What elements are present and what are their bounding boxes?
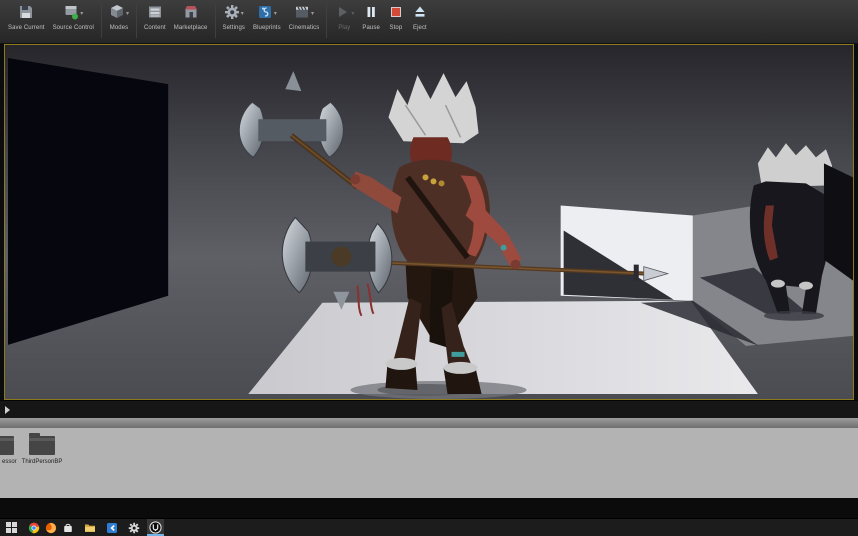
toolbar-button-label: Play <box>338 25 351 31</box>
eject-button[interactable]: Eject <box>408 3 432 32</box>
toolbar-button-label: Save Current <box>8 25 45 31</box>
taskbar <box>0 518 858 536</box>
folder-item-thirdpersonbp[interactable]: ThirdPersonBP <box>18 432 66 465</box>
dropdown-caret-icon: ▾ <box>125 11 129 17</box>
toolbar-button-label: Settings <box>222 25 245 31</box>
content-browser-icon <box>147 4 163 25</box>
eject-icon <box>412 4 428 25</box>
blueprints-button[interactable]: ▾ Blueprints <box>249 3 285 32</box>
folder-label: essor <box>2 459 17 465</box>
toolbar-button-label: Source Control <box>52 25 94 31</box>
viewport[interactable] <box>4 44 854 400</box>
window-gap <box>0 498 858 518</box>
toolbar-separator <box>326 4 328 38</box>
folder-item[interactable]: essor <box>0 432 17 465</box>
toolbar-button-label: Pause <box>362 25 380 31</box>
chrome-icon[interactable] <box>25 519 42 536</box>
source-control-icon <box>63 4 79 25</box>
unreal-editor-window: Save Current ▾ Source Control ▾ Modes Co… <box>0 0 858 536</box>
save-icon <box>18 4 34 25</box>
modes-icon <box>109 4 125 25</box>
toolbar-button-label: Content <box>144 25 166 31</box>
play-button: ▾ Play <box>330 3 358 32</box>
toolbar-button-label: Stop <box>389 25 403 31</box>
dropdown-caret-icon: ▾ <box>351 11 355 17</box>
code-app-icon[interactable] <box>103 519 120 536</box>
content-browser: essor ThirdPersonBP <box>0 428 858 498</box>
left-dark-wall <box>8 58 169 345</box>
settings-button[interactable]: ▾ Settings <box>219 3 249 32</box>
status-strip <box>0 400 858 418</box>
toolbar-button-label: Eject <box>412 25 427 31</box>
pause-button[interactable]: Pause <box>358 3 384 32</box>
folder-icon <box>0 436 14 455</box>
folder-icon <box>29 433 55 455</box>
save-current-button[interactable]: Save Current <box>4 3 49 32</box>
firefox-icon[interactable] <box>42 519 59 536</box>
stop-icon <box>388 4 404 25</box>
play-icon <box>334 4 350 25</box>
marketplace-icon <box>183 4 199 25</box>
cinematics-button[interactable]: ▾ Cinematics <box>285 3 324 32</box>
file-explorer-icon[interactable] <box>81 519 98 536</box>
source-control-button[interactable]: ▾ Source Control <box>49 3 98 32</box>
store-icon[interactable] <box>59 519 76 536</box>
toolbar-button-label: Blueprints <box>252 25 281 31</box>
toolbar-button-label: Modes <box>109 25 129 31</box>
dropdown-caret-icon: ▾ <box>311 11 315 17</box>
settings-gear-icon[interactable] <box>125 519 142 536</box>
toolbar-separator <box>214 4 216 38</box>
modes-button[interactable]: ▾ Modes <box>105 3 133 32</box>
dropdown-caret-icon: ▾ <box>240 11 244 17</box>
toolbar-separator <box>136 4 137 38</box>
marketplace-button[interactable]: Marketplace <box>170 3 212 32</box>
expand-arrow-icon[interactable] <box>5 406 10 414</box>
stop-button[interactable]: Stop <box>384 3 408 32</box>
viewport-scene <box>5 45 853 399</box>
toolbar-separator <box>100 4 102 38</box>
dropdown-caret-icon: ▾ <box>273 11 277 17</box>
main-toolbar: Save Current ▾ Source Control ▾ Modes Co… <box>0 0 858 44</box>
folder-label: ThirdPersonBP <box>21 459 63 465</box>
dropdown-caret-icon: ▾ <box>80 11 84 17</box>
gear-icon <box>224 4 240 25</box>
unreal-engine-icon[interactable] <box>147 519 164 536</box>
cinematics-icon <box>294 4 310 25</box>
blueprints-icon <box>257 4 273 25</box>
toolbar-button-label: Cinematics <box>288 25 320 31</box>
content-button[interactable]: Content <box>140 3 170 32</box>
start-menu-icon[interactable] <box>3 519 20 536</box>
content-browser-divider <box>0 418 858 428</box>
toolbar-button-label: Marketplace <box>173 25 208 31</box>
pause-icon <box>363 4 379 25</box>
